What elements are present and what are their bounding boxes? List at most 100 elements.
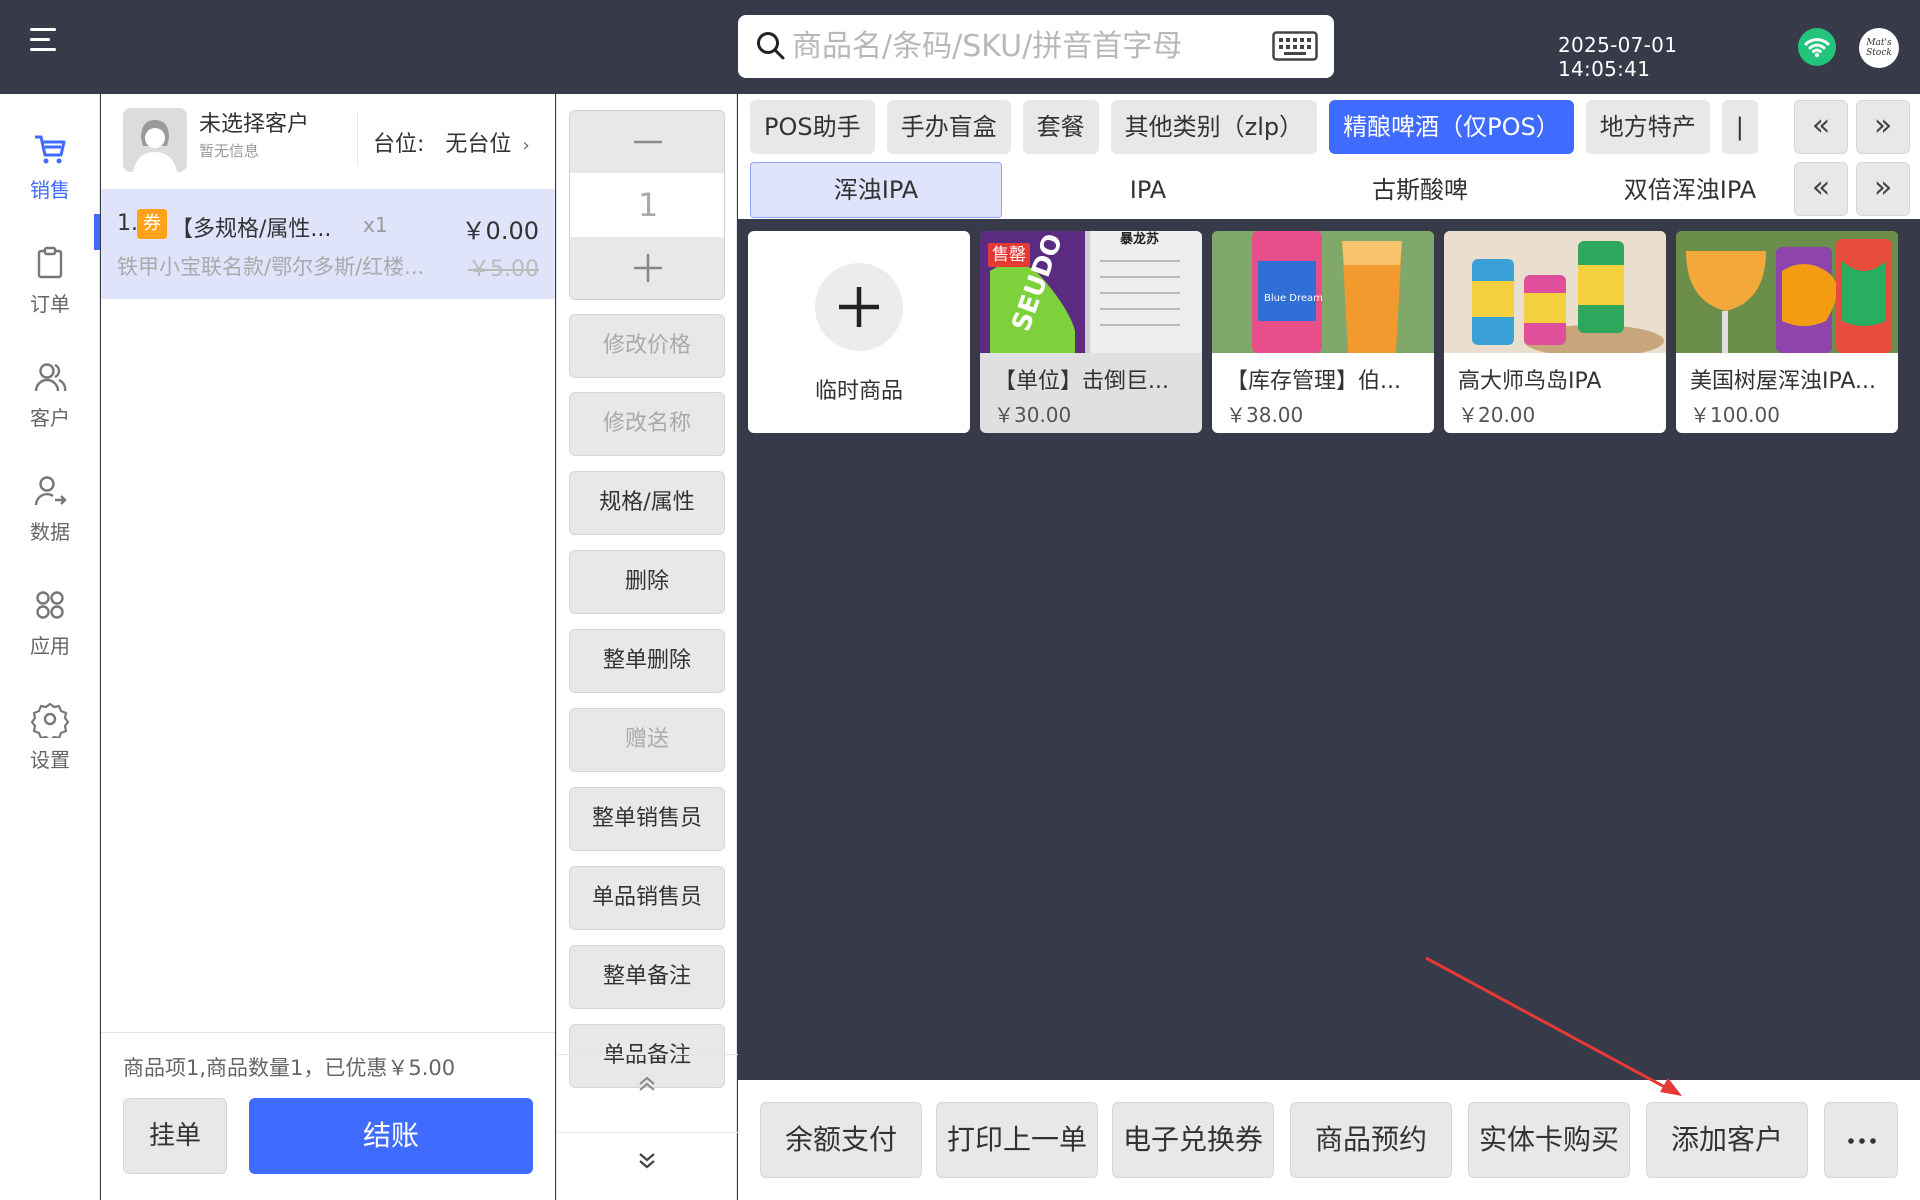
quantity-value[interactable]: 1 (570, 173, 724, 237)
gift-button[interactable]: 赠送 (569, 708, 725, 772)
customer-name[interactable]: 未选择客户 (199, 106, 309, 138)
action-buttons: 修改价格 修改名称 规格/属性 删除 整单删除 赠送 整单销售员 单品销售员 整… (557, 314, 738, 1164)
sidebar-item-apps[interactable]: 应用 (0, 586, 100, 676)
item-original-price: ￥5.00 (468, 257, 539, 282)
sidebar-item-orders[interactable]: 订单 (0, 244, 100, 334)
temp-product-card[interactable]: 临时商品 (748, 231, 970, 433)
tab-blind-box[interactable]: 手办盲盒 (886, 100, 1011, 154)
subcategory-next-button[interactable]: » (1856, 162, 1910, 216)
sidebar: 销售 订单 客户 数据 应用 设置 (0, 94, 100, 1200)
sidebar-item-customers[interactable]: 客户 (0, 358, 100, 448)
customer-avatar[interactable] (123, 108, 187, 172)
item-price: ￥0.00 (461, 217, 539, 245)
divider (101, 1032, 555, 1033)
store-logo[interactable]: Mat's Stock (1859, 28, 1899, 68)
table-selector[interactable]: 台位: 无台位 › (373, 126, 530, 158)
item-spec: 铁甲小宝联名款/鄂尔多斯/红楼... (117, 255, 425, 279)
delete-order-button[interactable]: 整单删除 (569, 629, 725, 693)
product-card[interactable]: Blue Dream 【库存管理】伯... ￥38.00 (1212, 231, 1434, 433)
cart-line-item[interactable]: 1. 券 【多规格/属性... x1 ￥0.00 铁甲小宝联名款/鄂尔多斯/红楼… (101, 189, 555, 299)
search-input[interactable] (792, 21, 1262, 71)
scroll-up-button[interactable] (557, 1060, 738, 1126)
svg-text:Blue Dream: Blue Dream (1264, 293, 1323, 304)
search-box[interactable] (738, 15, 1334, 78)
balance-pay-button[interactable]: 余额支付 (760, 1102, 922, 1178)
edit-name-button[interactable]: 修改名称 (569, 392, 725, 456)
tab-combo[interactable]: 套餐 (1022, 100, 1099, 154)
product-price: ￥38.00 (1226, 403, 1304, 427)
plus-icon (634, 254, 662, 282)
category-next-button[interactable]: » (1856, 100, 1910, 154)
table-label: 台位: (373, 132, 425, 157)
product-card[interactable]: SEUDO 暴龙苏 售罄 【单位】击倒巨... ￥30.00 (980, 231, 1202, 433)
more-icon (1848, 1138, 1876, 1144)
sidebar-item-data[interactable]: 数据 (0, 472, 100, 562)
sidebar-item-label: 订单 (30, 292, 70, 316)
users-icon (34, 363, 67, 392)
tab-truncated[interactable]: | (1721, 100, 1758, 154)
divider (557, 1054, 738, 1055)
chevron-down-icon (639, 1153, 655, 1169)
subtab-double-hazy-ipa[interactable]: 双倍浑浊IPA (1564, 162, 1816, 218)
wifi-icon[interactable] (1798, 28, 1836, 66)
actions-panel: 1 修改价格 修改名称 规格/属性 删除 整单删除 赠送 整单销售员 单品销售员… (556, 94, 738, 1200)
spec-attr-button[interactable]: 规格/属性 (569, 471, 725, 535)
top-bar: 2025-07-01 14:05:41 Mat's Stock (0, 0, 1920, 94)
hold-order-button[interactable]: 挂单 (123, 1098, 227, 1174)
tab-local-specialty[interactable]: 地方特产 (1585, 100, 1710, 154)
order-note-button[interactable]: 整单备注 (569, 945, 725, 1009)
subtab-hazy-ipa[interactable]: 浑浊IPA (750, 162, 1002, 218)
product-reservation-button[interactable]: 商品预约 (1290, 1102, 1452, 1178)
product-price: ￥30.00 (994, 403, 1072, 427)
sidebar-item-label: 设置 (30, 748, 70, 772)
product-price: ￥20.00 (1458, 403, 1536, 427)
reprint-last-button[interactable]: 打印上一单 (936, 1102, 1098, 1178)
sidebar-item-label: 数据 (30, 520, 70, 544)
category-tabs: POS助手 手办盲盒 套餐 其他类别（zlp） 精酿啤酒（仅POS） 地方特产 | (750, 100, 1790, 154)
subcategory-prev-button[interactable]: « (1794, 162, 1848, 216)
product-name: 高大师鸟岛IPA (1458, 369, 1602, 394)
category-prev-button[interactable]: « (1794, 100, 1848, 154)
sidebar-item-settings[interactable]: 设置 (0, 700, 100, 790)
tab-craft-beer[interactable]: 精酿啤酒（仅POS） (1329, 100, 1574, 154)
product-image (1444, 231, 1666, 353)
coupon-badge: 券 (137, 209, 167, 239)
sidebar-item-label: 销售 (30, 178, 70, 202)
more-button[interactable] (1824, 1102, 1898, 1178)
edit-price-button[interactable]: 修改价格 (569, 314, 725, 378)
decrement-button[interactable] (570, 111, 724, 173)
item-qty: x1 (363, 213, 388, 237)
divider (357, 112, 358, 166)
sidebar-item-sales[interactable]: 销售 (0, 130, 100, 220)
delete-button[interactable]: 删除 (569, 550, 725, 614)
product-grid: 临时商品 SEUDO 暴龙苏 售罄 【单位】击倒巨... ￥30.00 Blue… (738, 219, 1920, 1079)
checkout-button[interactable]: 结账 (249, 1098, 533, 1174)
clipboard-icon (37, 246, 63, 279)
physical-card-button[interactable]: 实体卡购买 (1468, 1102, 1630, 1178)
tab-pos-assistant[interactable]: POS助手 (750, 100, 875, 154)
add-customer-button[interactable]: 添加客户 (1646, 1102, 1808, 1178)
plus-icon (815, 263, 903, 351)
subtab-gose[interactable]: 古斯酸啤 (1294, 162, 1546, 218)
e-voucher-button[interactable]: 电子兑换券 (1112, 1102, 1274, 1178)
cart-icon (35, 135, 66, 164)
scroll-down-button[interactable] (557, 1138, 738, 1200)
item-salesperson-button[interactable]: 单品销售员 (569, 866, 725, 930)
category-bar: POS助手 手办盲盒 套餐 其他类别（zlp） 精酿啤酒（仅POS） 地方特产 | « » … (738, 94, 1920, 219)
chevron-right-icon: › (522, 135, 530, 156)
tab-other[interactable]: 其他类别（zlp） (1110, 100, 1318, 154)
subtab-ipa[interactable]: IPA (1022, 162, 1274, 218)
keyboard-icon[interactable] (1272, 31, 1318, 61)
sidebar-item-label: 客户 (30, 406, 70, 430)
product-name: 【单位】击倒巨... (994, 369, 1169, 394)
product-card[interactable]: 高大师鸟岛IPA ￥20.00 (1444, 231, 1666, 433)
divider (557, 1132, 738, 1133)
menu-icon[interactable] (30, 26, 60, 52)
order-salesperson-button[interactable]: 整单销售员 (569, 787, 725, 851)
minus-icon (634, 140, 662, 144)
increment-button[interactable] (570, 237, 724, 299)
product-image: Blue Dream (1212, 231, 1434, 353)
gear-icon (31, 702, 69, 738)
product-card[interactable]: 美国树屋浑浊IPA... ￥100.00 (1676, 231, 1898, 433)
cart-summary: 商品项1,商品数量1，已优惠￥5.00 (123, 1056, 456, 1080)
